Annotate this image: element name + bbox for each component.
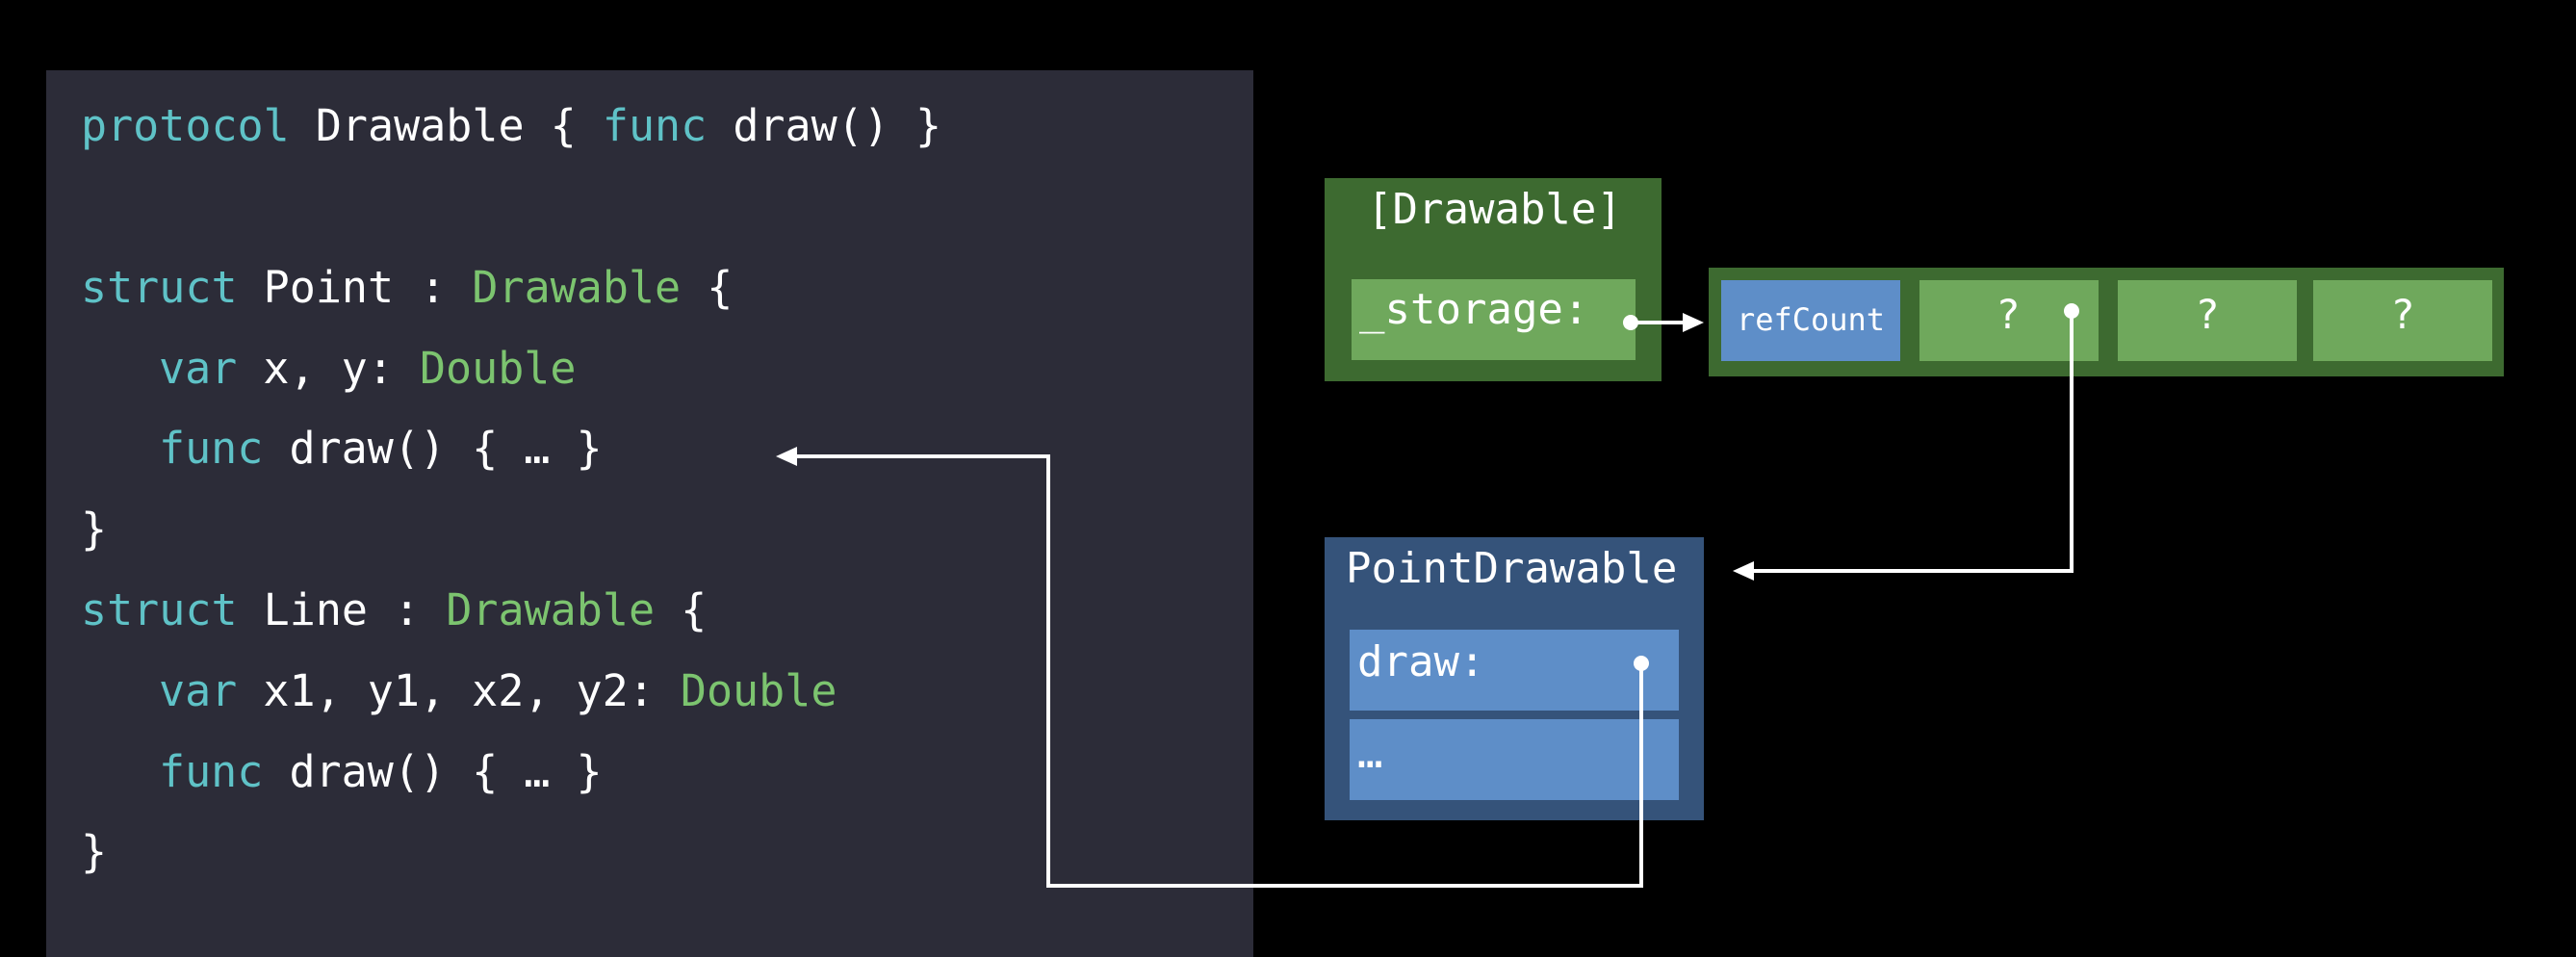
draw-function-arrow [776,447,1649,888]
connector-arrows [776,303,2079,888]
witness-pointer-arrow [1733,303,2079,581]
storage-pointer-arrow [1623,313,1704,332]
